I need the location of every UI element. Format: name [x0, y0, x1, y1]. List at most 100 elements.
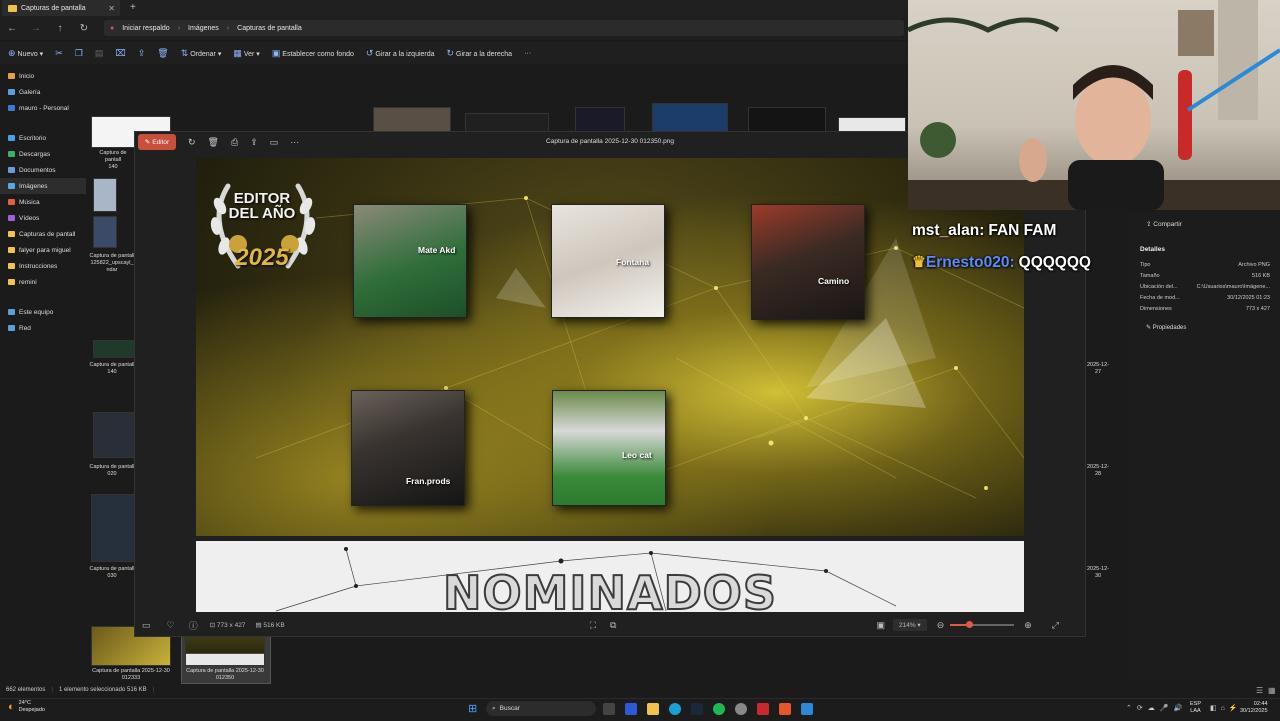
sidebar-item[interactable]: Instrucciones	[0, 258, 86, 274]
nominee-card	[751, 204, 865, 320]
task-view-icon[interactable]	[603, 703, 615, 715]
file-label[interactable]: Captura de pantall 030	[88, 566, 136, 580]
language-indicator[interactable]: ESP LAA	[1190, 701, 1201, 715]
zoom-select[interactable]: 214% ▾	[892, 619, 927, 631]
rotate-left-button[interactable]: ↺ Girar a la izquierda	[366, 48, 435, 59]
tab-capturas[interactable]: Capturas de pantalla ✕	[2, 0, 120, 16]
taskbar-search[interactable]: ⌕ Buscar	[486, 701, 596, 716]
edge-icon[interactable]	[669, 703, 681, 715]
photos-icon[interactable]	[801, 703, 813, 715]
obs-icon[interactable]	[735, 703, 747, 715]
folder-icon	[8, 325, 15, 331]
forward-icon[interactable]: →	[24, 23, 48, 34]
sidebar-item[interactable]: Galería	[0, 84, 86, 100]
delete-icon[interactable]: 🗑	[157, 48, 168, 59]
zoom-slider[interactable]	[950, 621, 1015, 628]
copy-icon[interactable]: ❐	[75, 48, 83, 59]
fit-icon[interactable]: ▣	[876, 620, 885, 631]
file-label[interactable]: Captura de pantalla 2025-12-30 012333	[86, 668, 176, 682]
fullscreen-icon[interactable]: ⤢	[1052, 620, 1059, 631]
sidebar-item[interactable]: Imágenes	[0, 178, 86, 194]
rotate-right-button[interactable]: ↻ Girar a la derecha	[447, 48, 513, 59]
view-button[interactable]: ▦ Ver ▾	[233, 48, 259, 59]
weather-widget[interactable]: ◐ 24°C Despejado	[8, 700, 45, 714]
paste-icon[interactable]: ▤	[95, 48, 104, 59]
file-thumbnail[interactable]	[748, 107, 826, 133]
zoom-slider-thumb[interactable]	[966, 621, 974, 628]
clock[interactable]: 02:44 30/12/2025	[1240, 701, 1268, 715]
crumb-3[interactable]: Capturas de pantalla	[237, 25, 302, 32]
close-tab-icon[interactable]: ✕	[108, 4, 115, 13]
crop-icon[interactable]: ⛶	[590, 620, 596, 631]
tiles-view-icon[interactable]: ▦	[1268, 686, 1276, 695]
file-thumbnail[interactable]	[373, 107, 451, 133]
back-icon[interactable]: ←	[0, 23, 24, 34]
system-tray-icons[interactable]: ⌃⟳☁🎤🔊	[1126, 704, 1187, 712]
sidebar-item[interactable]: Vídeos	[0, 210, 86, 226]
properties-button[interactable]: ✎ Propiedades	[1146, 324, 1280, 331]
favorite-icon[interactable]: ♡	[167, 620, 175, 631]
file-thumbnail[interactable]	[652, 103, 728, 133]
sidebar-item-label: Este equipo	[19, 308, 54, 316]
file-label[interactable]: Captura de pantall 020	[88, 464, 136, 478]
crumb-1[interactable]: Iniciar respaldo	[122, 25, 169, 32]
file-thumbnail[interactable]	[465, 113, 549, 133]
steam-icon[interactable]	[691, 703, 703, 715]
taskbar	[0, 698, 1280, 721]
new-tab-icon[interactable]: +	[130, 2, 136, 13]
rename-icon[interactable]: ⌧	[115, 48, 125, 59]
sidebar-item[interactable]: mauro - Personal	[0, 100, 86, 116]
sidebar-item[interactable]: Documentos	[0, 162, 86, 178]
file-thumbnail[interactable]	[93, 412, 135, 458]
date-label: 2025-12-30	[1086, 566, 1110, 579]
sidebar-item-label: Red	[19, 324, 31, 332]
sidebar-item-label: Música	[19, 198, 40, 206]
up-icon[interactable]: ↑	[48, 23, 72, 34]
set-background-button[interactable]: ▣ Establecer como fondo	[272, 48, 354, 59]
banner-title: NOMINADOS	[442, 565, 777, 612]
file-label[interactable]: Captura de pantall 125822_upscayl_ ndar	[88, 253, 136, 274]
sidebar-item[interactable]: Descargas	[0, 146, 86, 162]
compare-icon[interactable]: ⧉	[610, 620, 616, 631]
cut-icon[interactable]: ✂	[55, 48, 63, 59]
zoom-in-icon[interactable]: ⊕	[1024, 620, 1032, 631]
more-button[interactable]: ···	[524, 50, 531, 57]
share-icon[interactable]: ⇪	[138, 48, 146, 59]
sidebar-item[interactable]: Red	[0, 320, 86, 336]
refresh-icon[interactable]: ↻	[72, 23, 96, 34]
sidebar-item[interactable]: Capturas de pantall	[0, 226, 86, 242]
app-icon[interactable]	[757, 703, 769, 715]
breadcrumb[interactable]: ● Iniciar respaldo › Imágenes › Capturas…	[104, 20, 904, 36]
sidebar-item[interactable]: Inicio	[0, 68, 86, 84]
widgets-icon[interactable]	[625, 703, 637, 715]
crumb-2[interactable]: Imágenes	[188, 25, 219, 32]
network-sound-icons[interactable]: ◧⌂⚡	[1210, 704, 1242, 712]
sidebar-item[interactable]: Escritorio	[0, 130, 86, 146]
file-label[interactable]: Captura de pantall 140	[88, 362, 136, 376]
file-explorer-icon[interactable]	[647, 703, 659, 715]
sidebar-item-label: Descargas	[19, 150, 51, 158]
brave-icon[interactable]	[779, 703, 791, 715]
details-row: Tamaño 516 KB	[1130, 270, 1280, 281]
file-label[interactable]: Captura de pantalla 2025-12-30 012350	[181, 668, 269, 682]
file-thumbnail[interactable]	[93, 216, 117, 248]
sidebar-item[interactable]: remini	[0, 274, 86, 290]
share-button[interactable]: ⇪ Compartir	[1146, 220, 1280, 228]
sidebar-item[interactable]: Este equipo	[0, 304, 86, 320]
start-icon[interactable]: ⊞	[468, 702, 477, 715]
new-button[interactable]: ⊕ Nuevo ▾	[8, 48, 43, 59]
info-icon[interactable]: ⓘ	[189, 619, 198, 632]
sidebar-item[interactable]: Música	[0, 194, 86, 210]
sidebar-item[interactable]: falyer para miguel	[0, 242, 86, 258]
filmstrip-icon[interactable]: ▭	[142, 620, 151, 631]
file-thumbnail[interactable]	[91, 494, 135, 562]
file-thumbnail[interactable]	[93, 178, 117, 212]
zoom-out-icon[interactable]: ⊖	[937, 620, 945, 631]
spotify-icon[interactable]	[713, 703, 725, 715]
file-label[interactable]: Captura de pantall 140	[91, 150, 135, 171]
image-canvas[interactable]: EDITOR DEL AÑO 2025 Mate Akd Fontana Cam…	[196, 158, 1024, 612]
file-thumbnail[interactable]	[575, 107, 625, 133]
details-view-icon[interactable]: ☰	[1256, 686, 1263, 695]
sort-button[interactable]: ⇅ Ordenar ▾	[181, 48, 222, 59]
file-thumbnail[interactable]	[93, 340, 135, 358]
